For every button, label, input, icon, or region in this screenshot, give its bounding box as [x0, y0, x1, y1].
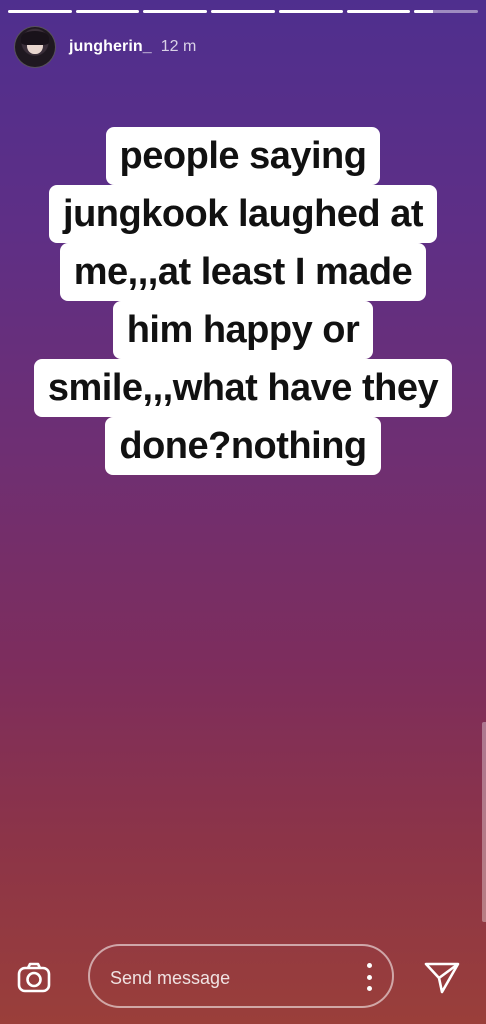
- camera-button[interactable]: [12, 956, 56, 1000]
- reply-bar: Send message: [0, 944, 486, 1010]
- story-progress-bar: [8, 10, 479, 13]
- send-message-input[interactable]: Send message: [88, 944, 394, 1008]
- progress-segment: [211, 10, 275, 13]
- avatar[interactable]: [14, 26, 56, 68]
- progress-fill: [75, 10, 140, 13]
- progress-segment: [75, 10, 140, 13]
- progress-fill: [414, 10, 434, 13]
- caption-line: me,,,at least I made: [59, 243, 427, 301]
- progress-fill: [346, 10, 411, 13]
- more-options-button[interactable]: [364, 963, 374, 991]
- caption-line: done?nothing: [105, 417, 381, 475]
- edge-scroll-indicator: [482, 722, 486, 922]
- send-icon: [424, 962, 460, 994]
- progress-segment: [278, 10, 343, 13]
- caption-line: jungkook laughed at: [49, 185, 437, 243]
- progress-fill: [278, 10, 343, 13]
- more-vertical-icon-dot: [366, 974, 372, 980]
- more-vertical-icon: [366, 963, 372, 968]
- more-vertical-icon-dot: [366, 986, 372, 991]
- caption-line: him happy or: [112, 301, 374, 359]
- story-header: jungherin_ 12 m: [14, 26, 196, 68]
- post-time: 12 m: [160, 38, 197, 55]
- story-viewer[interactable]: jungherin_ 12 m people saying jungkook l…: [0, 0, 486, 1024]
- send-button[interactable]: [422, 958, 462, 998]
- username[interactable]: jungherin_: [69, 38, 152, 56]
- progress-segment: [414, 10, 479, 13]
- caption-line: smile,,,what have they: [33, 359, 453, 417]
- progress-fill: [8, 10, 72, 13]
- camera-icon: [17, 962, 51, 993]
- progress-fill: [143, 10, 208, 13]
- progress-segment: [346, 10, 411, 13]
- progress-segment: [8, 10, 72, 13]
- send-message-placeholder: Send message: [110, 968, 231, 988]
- progress-fill: [211, 10, 275, 13]
- story-caption: people saying jungkook laughed at me,,,a…: [0, 127, 486, 475]
- progress-segment: [143, 10, 208, 13]
- caption-line: people saying: [105, 127, 381, 185]
